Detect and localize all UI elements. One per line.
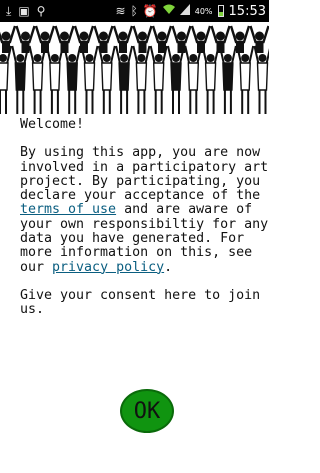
battery-icon xyxy=(217,5,224,17)
ok-button[interactable]: OK xyxy=(120,389,174,433)
battery-percent: 40% xyxy=(194,6,213,16)
vibrate-icon: ≋ xyxy=(115,4,126,18)
status-bar: ⤓ ▣ ⚲ ≋ ᛒ ⏰ 40% 15:53 xyxy=(0,0,269,22)
download-icon: ⤓ xyxy=(6,4,12,18)
alarm-icon: ⏰ xyxy=(142,4,158,18)
usb-icon: ⚲ xyxy=(36,4,46,18)
signal-icon xyxy=(179,0,190,22)
consent-content: Welcome! By using this app, you are now … xyxy=(20,117,270,318)
privacy-policy-link[interactable]: privacy policy xyxy=(52,260,164,275)
image-icon: ▣ xyxy=(18,4,30,18)
welcome-heading: Welcome! xyxy=(20,117,85,132)
consent-prompt: Give your consent here to join us. xyxy=(20,287,261,318)
status-bar-system: ≋ ᛒ ⏰ 40% 15:53 xyxy=(116,0,269,22)
crowd-banner-illustration xyxy=(0,22,269,122)
crowd-illustration xyxy=(0,25,269,114)
consent-text-3: . xyxy=(164,259,173,275)
consent-paragraph: By using this app, you are now involved … xyxy=(20,146,270,275)
status-bar-notifications: ⤓ ▣ ⚲ xyxy=(0,0,45,22)
bluetooth-icon: ᛒ xyxy=(130,4,138,18)
terms-of-use-link[interactable]: terms of use xyxy=(20,202,116,217)
clock: 15:53 xyxy=(228,3,266,19)
consent-text-1: By using this app, you are now involved … xyxy=(20,145,269,204)
wifi-icon xyxy=(162,0,175,22)
